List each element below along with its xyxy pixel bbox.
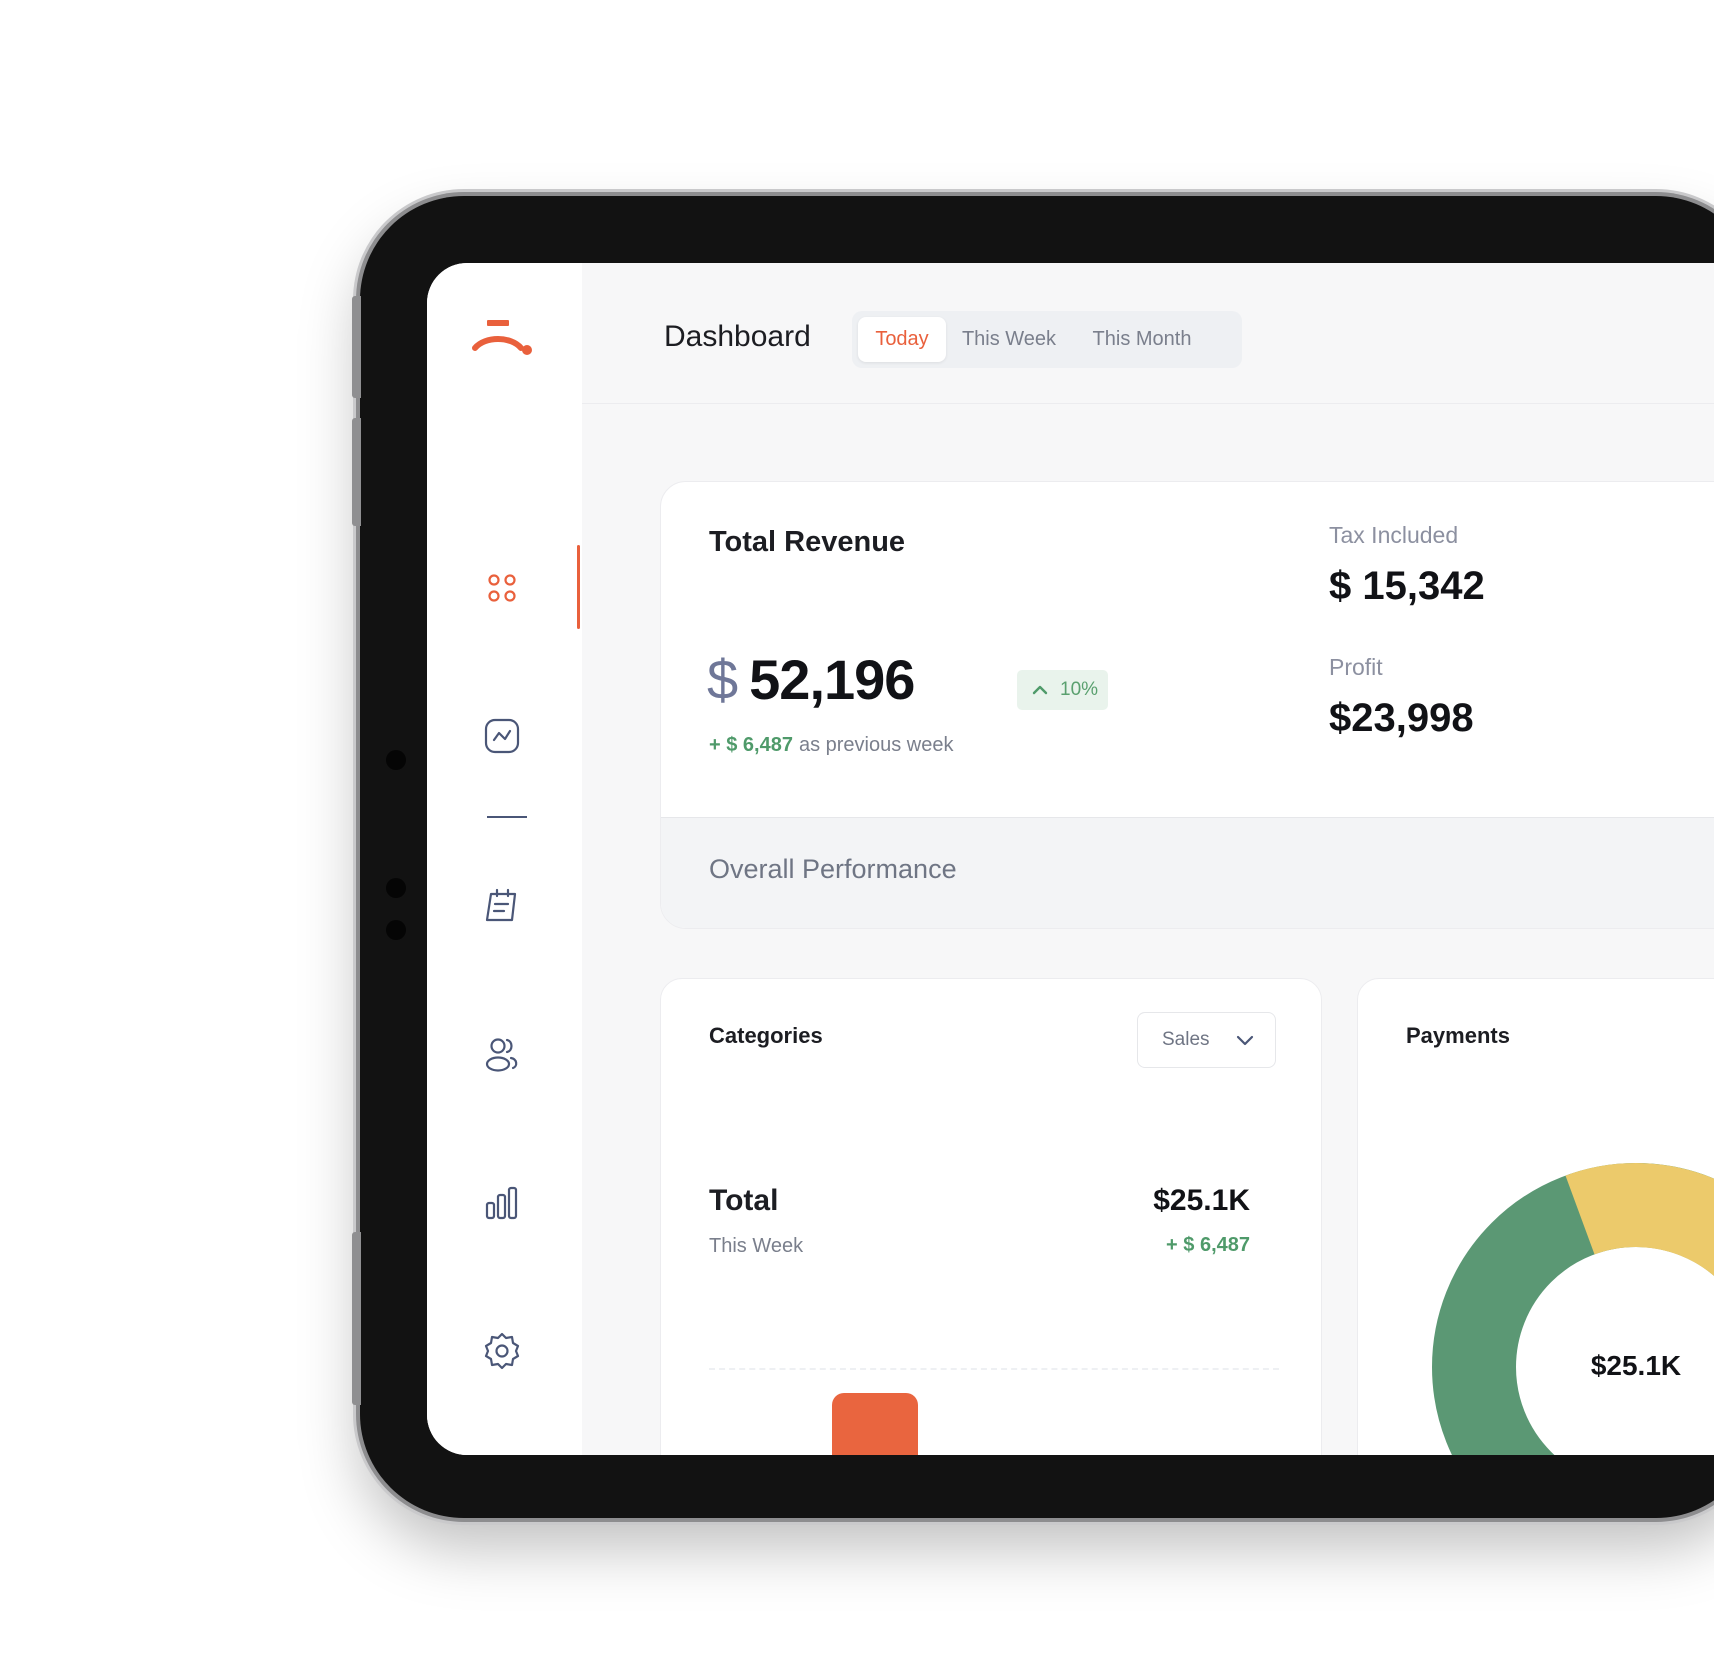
sensor-dot: [386, 920, 406, 940]
sales-dropdown[interactable]: Sales: [1137, 1012, 1276, 1068]
revenue-title: Total Revenue: [709, 526, 906, 558]
payments-title: Payments: [1406, 1023, 1510, 1048]
overall-performance-label: Overall Performance: [709, 854, 957, 884]
payments-card: Payments $25.1K: [1357, 978, 1714, 1455]
tax-label: Tax Included: [1329, 522, 1459, 548]
tab-today[interactable]: Today: [858, 317, 946, 362]
total-period: This Week: [709, 1235, 804, 1257]
camera-icon: [386, 750, 406, 770]
settings-icon[interactable]: [482, 1331, 522, 1371]
sidebar: [427, 263, 582, 1455]
tab-this-week[interactable]: This Week: [950, 317, 1068, 362]
chevron-up-icon: [1031, 670, 1049, 725]
orders-icon[interactable]: [482, 886, 522, 926]
revenue-delta-amount: + $ 6,487: [709, 734, 793, 756]
volume-up-button: [352, 296, 361, 398]
nav-divider: [487, 816, 527, 818]
revenue-change-percent: 10%: [1060, 679, 1099, 700]
revenue-change-badge: 10%: [1017, 670, 1108, 710]
page-title: Dashboard: [664, 320, 811, 353]
tab-this-month[interactable]: This Month: [1072, 317, 1212, 362]
revenue-delta: + $ 6,487 as previous week: [709, 734, 954, 757]
brand-logo[interactable]: [471, 318, 535, 360]
period-segmented-control: Today This Week This Month: [852, 311, 1242, 368]
categories-card: Categories Sales Total This Week $25.1K …: [660, 978, 1322, 1455]
chevron-down-icon: [1233, 1028, 1257, 1052]
payments-center-value: $25.1K: [1590, 1350, 1682, 1381]
profit-label: Profit: [1329, 654, 1383, 680]
total-revenue-card: Total Revenue $52,196 10% + $ 6,487 as pr…: [660, 481, 1714, 929]
sensor-dot: [386, 878, 406, 898]
total-value: $25.1K: [1153, 1184, 1250, 1217]
revenue-currency: $: [707, 648, 738, 711]
total-delta: + $ 6,487: [1166, 1234, 1250, 1256]
bar-chart-icon[interactable]: [482, 1183, 522, 1223]
donut-segment-yellow: [1565, 1163, 1714, 1277]
power-button: [352, 1232, 361, 1405]
revenue-amount: $52,196: [707, 647, 915, 712]
revenue-delta-suffix: as previous week: [798, 734, 954, 756]
category-bar[interactable]: [832, 1393, 918, 1455]
volume-down-button: [352, 418, 361, 526]
revenue-amount-value: 52,196: [749, 648, 915, 711]
app-screen: Dashboard Today This Week This Month Tot…: [427, 263, 1714, 1455]
active-nav-indicator: [577, 545, 580, 629]
overall-performance-bar[interactable]: Overall Performance: [661, 817, 1714, 928]
grid-dots-icon[interactable]: [482, 568, 522, 608]
profit-value: $23,998: [1329, 696, 1474, 740]
payments-donut-chart: [1431, 1162, 1714, 1455]
sales-dropdown-value: Sales: [1162, 1029, 1210, 1050]
analytics-icon[interactable]: [482, 716, 522, 756]
tax-value: $ 15,342: [1329, 564, 1485, 608]
chart-gridline: [709, 1368, 1279, 1370]
users-icon[interactable]: [482, 1035, 522, 1075]
total-label: Total: [709, 1184, 779, 1217]
top-bar: Dashboard Today This Week This Month: [582, 263, 1714, 404]
categories-title: Categories: [709, 1023, 823, 1048]
